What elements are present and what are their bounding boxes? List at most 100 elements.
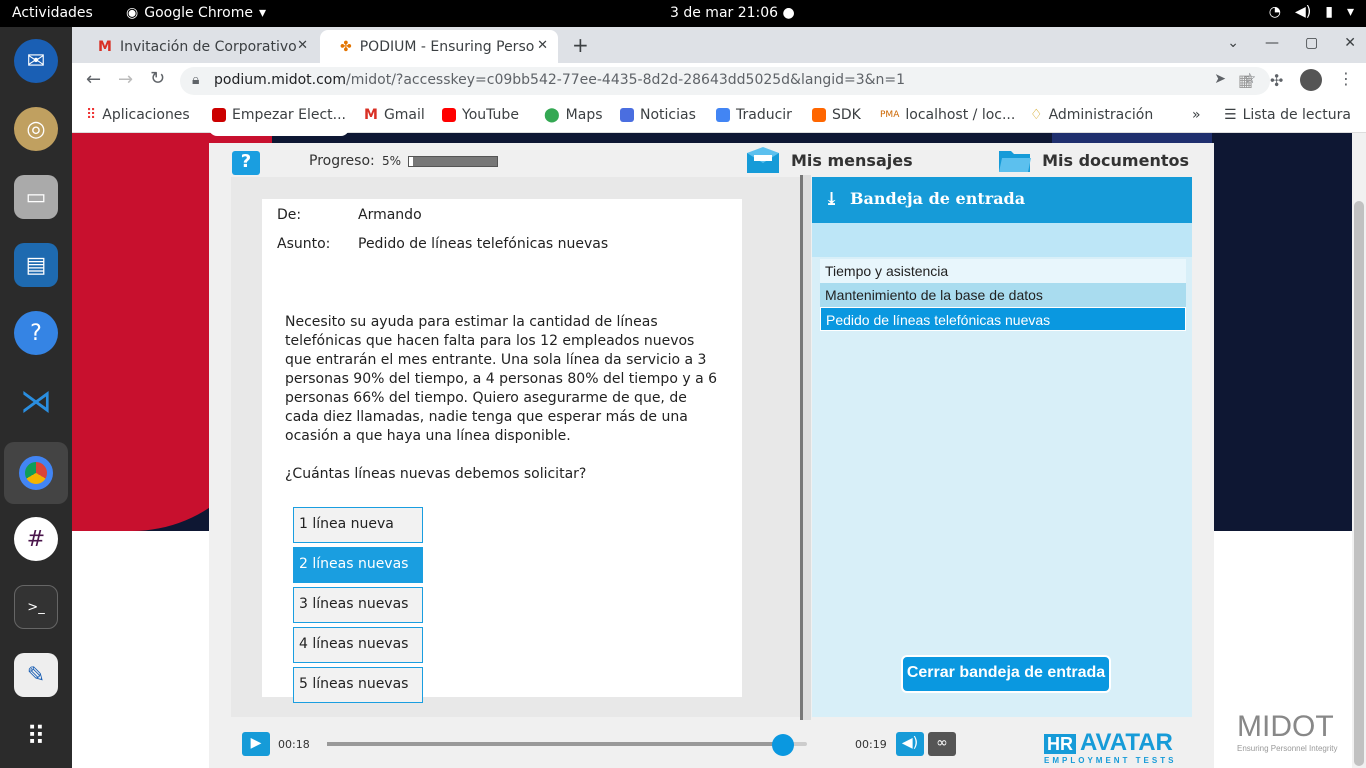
bookmark-item[interactable]: ⬤ Maps [544, 107, 603, 123]
inbox-header: ⤓ Bandeja de entrada [812, 177, 1192, 223]
bookmark-label: Noticias [640, 107, 696, 123]
tab-gmail[interactable]: M Invitación de Corporativo ✕ [78, 30, 318, 63]
reading-list-button[interactable]: ☰ Lista de lectura [1224, 107, 1351, 123]
subject-value: Pedido de líneas telefónicas nuevas [358, 236, 609, 252]
more-label: » [1192, 107, 1201, 123]
sdk-icon [812, 108, 826, 122]
my-messages-link[interactable]: Mis mensajes [745, 147, 913, 173]
scrollbar-thumb[interactable] [1354, 201, 1364, 766]
reading-list-label: Lista de lectura [1242, 107, 1351, 123]
tab-podium[interactable]: ✤ PODIUM - Ensuring Perso ✕ [320, 30, 558, 63]
panel-header: ? Progreso: 5% Mis mensajes Mis document… [209, 143, 1214, 177]
seek-track[interactable] [327, 734, 807, 756]
bookmark-item[interactable]: Noticias [620, 107, 696, 123]
my-messages-label: Mis mensajes [791, 150, 913, 170]
rhythmbox-icon[interactable]: ◎ [14, 107, 58, 151]
bookmark-label: Maps [565, 107, 603, 123]
bookmark-item[interactable]: Traducir [716, 107, 792, 123]
more-bookmarks-button[interactable]: » [1192, 107, 1201, 123]
forward-icon[interactable]: → [118, 69, 133, 90]
chrome-dock-icon[interactable] [4, 442, 68, 504]
bookmark-item[interactable]: M Gmail [364, 107, 425, 123]
reading-list-icon: ☰ [1224, 107, 1237, 123]
my-documents-link[interactable]: Mis documentos [998, 147, 1189, 173]
vscode-icon[interactable]: ⋊ [14, 379, 58, 423]
bookmark-label: YouTube [462, 107, 519, 123]
dock: ✉ ◎ ▭ ▤ ? ⋊ # >_ ✎ ⠿ [0, 27, 72, 768]
tab-search-icon[interactable]: ⌄ [1227, 35, 1239, 51]
files-icon[interactable]: ▭ [14, 175, 58, 219]
progress-label: Progreso: [309, 153, 375, 169]
chevron-down-icon: ▾ [1346, 4, 1354, 20]
bookmark-item[interactable]: YouTube [442, 107, 519, 123]
terminal-icon[interactable]: >_ [14, 585, 58, 629]
minimize-icon[interactable]: — [1265, 35, 1279, 51]
apps-icon: ⠿ [86, 107, 97, 123]
address-bar-row: ← → ↻ 🔒︎ podium.midot.com/midot/?accessk… [72, 63, 1366, 99]
app-name: Google Chrome [144, 5, 253, 21]
extension-icon[interactable]: ▦ [1238, 71, 1253, 90]
maximize-icon[interactable]: ▢ [1305, 35, 1318, 51]
app-menu[interactable]: ◉ Google Chrome ▾ [126, 5, 266, 21]
answer-option-selected[interactable]: 2 líneas nuevas [293, 547, 423, 583]
chevron-down-icon: ▾ [258, 5, 266, 21]
show-apps-icon[interactable]: ⠿ [14, 715, 58, 759]
new-tab-button[interactable]: + [572, 33, 589, 57]
youtube-icon [442, 108, 456, 122]
maps-icon: ⬤ [544, 107, 560, 123]
midot-wordmark: MIDOT [1237, 710, 1334, 743]
puzzle-icon[interactable]: ✣ [1270, 71, 1283, 90]
inbox-item[interactable]: Tiempo y asistencia [820, 259, 1186, 283]
bookmark-item[interactable]: PMA localhost / loc... [880, 107, 1015, 123]
menu-icon[interactable]: ⋮ [1338, 69, 1354, 88]
loop-button[interactable]: ∞ [928, 732, 956, 756]
scrollbar[interactable] [1352, 133, 1366, 768]
back-icon[interactable]: ← [86, 69, 101, 90]
text-editor-icon[interactable]: ✎ [14, 653, 58, 697]
close-icon[interactable]: ✕ [297, 38, 308, 53]
inbox-item-selected[interactable]: Pedido de líneas telefónicas nuevas [820, 307, 1186, 331]
send-icon[interactable]: ➤ [1214, 71, 1226, 87]
volume-icon: ◀) [901, 735, 919, 751]
bookmark-item[interactable]: Empezar Elect... [212, 107, 346, 123]
volume-button[interactable]: ◀) [896, 732, 924, 756]
volume-icon: ◀) [1295, 4, 1312, 20]
activities-button[interactable]: Actividades [12, 5, 93, 21]
bookmark-label: Gmail [383, 107, 425, 123]
bookmark-item[interactable]: ♢ Administración [1030, 107, 1153, 123]
close-icon[interactable]: ✕ [537, 38, 548, 53]
reload-icon[interactable]: ↻ [150, 68, 165, 89]
play-button[interactable]: ▶ [242, 732, 270, 756]
bookmark-item[interactable]: SDK [812, 107, 861, 123]
avatar[interactable] [1300, 69, 1322, 91]
inbox-item[interactable]: Mantenimiento de la base de datos [820, 283, 1186, 307]
answer-option[interactable]: 4 líneas nuevas [293, 627, 423, 663]
help-button[interactable]: ? [232, 151, 260, 175]
translate-icon [716, 108, 730, 122]
bookmark-label: Empezar Elect... [232, 107, 347, 123]
battery-icon: ▮ [1325, 4, 1333, 20]
answer-option[interactable]: 1 línea nueva [293, 507, 423, 543]
system-tray[interactable]: ◔ ◀) ▮ ▾ [1269, 4, 1354, 20]
bookmark-icon [212, 108, 226, 122]
answer-option[interactable]: 5 líneas nuevas [293, 667, 423, 703]
progress-fill [409, 157, 414, 166]
seek-knob[interactable] [772, 734, 794, 756]
logo-avatar: AVATAR [1080, 729, 1173, 756]
close-window-icon[interactable]: ✕ [1344, 35, 1356, 51]
gmail-icon: M [98, 38, 112, 55]
close-inbox-button[interactable]: Cerrar bandeja de entrada [901, 655, 1111, 693]
help-icon[interactable]: ? [14, 311, 58, 355]
answer-option[interactable]: 3 líneas nuevas [293, 587, 423, 623]
thunderbird-icon[interactable]: ✉ [14, 39, 58, 83]
header-tab [209, 128, 349, 136]
slack-icon[interactable]: # [14, 517, 58, 561]
admin-icon: ♢ [1030, 107, 1043, 123]
url-field[interactable]: 🔒︎ podium.midot.com/midot/?accesskey=c09… [180, 67, 1270, 95]
bookmark-item[interactable]: ⠿ Aplicaciones [86, 107, 190, 123]
writer-icon[interactable]: ▤ [14, 243, 58, 287]
pane-divider[interactable] [800, 175, 811, 720]
audio-player: ▶ 00:18 00:19 ◀) ∞ HR AVATAR EMPLOYMENT T… [209, 725, 1214, 768]
message-card: De: Armando Asunto: Pedido de líneas tel… [262, 199, 742, 703]
clock[interactable]: 3 de mar 21:06 ● [670, 5, 795, 21]
